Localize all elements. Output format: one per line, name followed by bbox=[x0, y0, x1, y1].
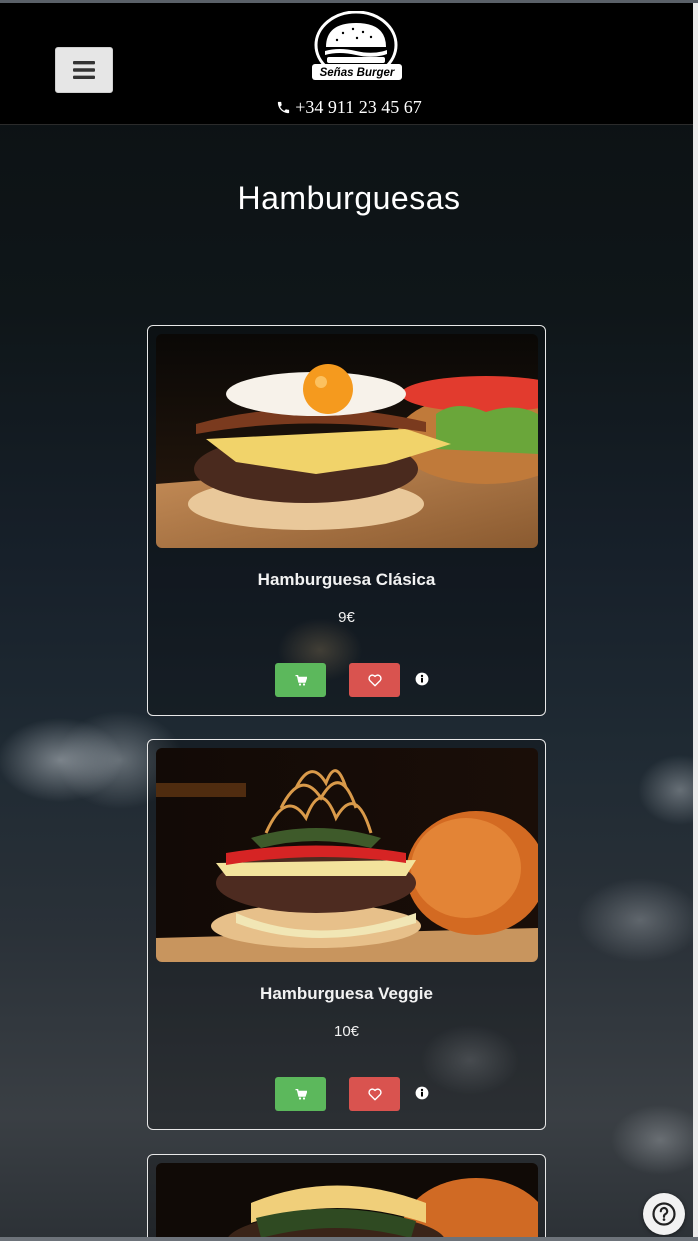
add-to-cart-button[interactable] bbox=[275, 663, 326, 697]
brand-name: Señas Burger bbox=[320, 67, 395, 79]
site-header: Señas Burger +34 911 23 45 67 bbox=[0, 3, 698, 125]
shopping-cart-icon bbox=[295, 674, 307, 686]
product-card bbox=[147, 1154, 546, 1241]
question-icon bbox=[652, 1202, 676, 1226]
info-icon bbox=[415, 1086, 429, 1100]
product-image[interactable] bbox=[156, 334, 538, 548]
product-name: Hamburguesa Veggie bbox=[260, 984, 433, 1003]
product-price: 10€ bbox=[333, 1023, 360, 1040]
product-image[interactable] bbox=[156, 748, 538, 962]
heart-icon bbox=[367, 1087, 382, 1100]
product-info-button[interactable] bbox=[414, 671, 430, 687]
product-price: 9€ bbox=[338, 609, 355, 626]
brand-logo[interactable]: Señas Burger bbox=[309, 10, 405, 91]
heart-icon bbox=[367, 673, 382, 686]
product-info-button[interactable] bbox=[414, 1085, 430, 1101]
hamburger-menu-icon bbox=[73, 61, 95, 79]
help-button[interactable] bbox=[643, 1193, 685, 1235]
product-name: Hamburguesa Clásica bbox=[257, 570, 436, 589]
shopping-cart-icon bbox=[295, 1088, 307, 1100]
bottom-border bbox=[0, 1237, 698, 1241]
add-to-favorites-button[interactable] bbox=[349, 1077, 400, 1111]
add-to-favorites-button[interactable] bbox=[349, 663, 400, 697]
product-image[interactable] bbox=[156, 1163, 538, 1241]
product-card: Hamburguesa Clásica 9€ bbox=[147, 325, 546, 716]
phone-icon bbox=[278, 101, 290, 114]
menu-toggle-button[interactable] bbox=[55, 47, 113, 93]
phone-contact[interactable]: +34 911 23 45 67 bbox=[0, 97, 698, 118]
info-icon bbox=[415, 672, 429, 686]
page-title: Hamburguesas bbox=[237, 180, 461, 216]
product-card: Hamburguesa Veggie 10€ bbox=[147, 739, 546, 1130]
phone-number: +34 911 23 45 67 bbox=[295, 97, 422, 117]
page-scrollbar[interactable] bbox=[693, 3, 698, 1241]
add-to-cart-button[interactable] bbox=[275, 1077, 326, 1111]
